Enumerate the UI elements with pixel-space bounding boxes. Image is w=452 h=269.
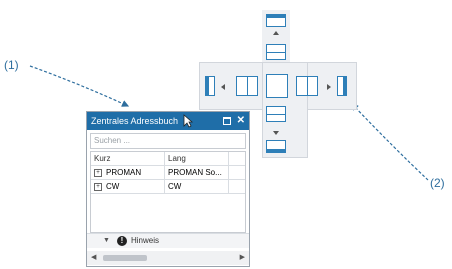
callout-label-2: (2) (430, 176, 445, 190)
panel-title-bar[interactable]: Zentrales Adressbuch ✕ (87, 112, 249, 130)
dock-bottom-icon[interactable] (266, 106, 286, 122)
table-empty-area (90, 194, 246, 233)
cell-lang: PROMAN So... (165, 166, 229, 179)
chevron-down-icon[interactable]: ▼ (103, 234, 110, 248)
table-header: Kurz Lang (91, 152, 245, 166)
column-header-lang[interactable]: Lang (165, 152, 229, 165)
callout-arrow-2 (351, 103, 429, 181)
arrow-left-icon (221, 84, 225, 90)
hint-footer[interactable]: ▼ ! Hinweis (87, 233, 249, 248)
dock-right-icon[interactable] (296, 76, 318, 96)
pin-icon[interactable] (222, 117, 231, 125)
panel-title: Zentrales Adressbuch (91, 116, 179, 126)
search-input[interactable]: Suchen ... (90, 133, 246, 149)
column-header-kurz[interactable]: Kurz (91, 152, 165, 165)
horizontal-scrollbar[interactable]: ◀ ▶ (87, 251, 249, 265)
callout-arrow-1 (29, 65, 130, 107)
dock-right-edge-icon[interactable] (337, 76, 347, 96)
expand-icon[interactable]: + (94, 168, 102, 177)
table-row[interactable]: + CW CW (91, 180, 245, 194)
hint-label: Hinweis (131, 236, 160, 245)
address-book-panel: Zentrales Adressbuch ✕ Suchen ... Kurz L… (86, 111, 250, 267)
dock-center-icon[interactable] (266, 74, 288, 98)
dock-left-icon[interactable] (236, 76, 258, 96)
info-icon: ! (117, 236, 127, 246)
dock-top-icon[interactable] (266, 44, 286, 60)
scroll-right-icon[interactable]: ▶ (240, 251, 245, 265)
cell-lang: CW (165, 180, 229, 193)
expand-icon[interactable]: + (94, 182, 102, 191)
arrow-up-icon (273, 31, 279, 35)
arrow-right-icon (327, 84, 331, 90)
cell-kurz: PROMAN (106, 168, 142, 177)
mouse-cursor-icon (183, 114, 193, 128)
scroll-left-icon[interactable]: ◀ (91, 251, 96, 265)
cell-kurz: CW (106, 182, 120, 191)
arrow-down-icon (273, 131, 279, 135)
dock-bottom-edge-icon[interactable] (266, 140, 286, 153)
callout-label-1: (1) (4, 58, 19, 72)
address-table: Kurz Lang + PROMAN PROMAN So... + CW CW (90, 151, 246, 194)
close-icon[interactable]: ✕ (237, 112, 245, 130)
dock-left-edge-icon[interactable] (205, 76, 215, 96)
dock-top-edge-icon[interactable] (266, 14, 286, 27)
table-row[interactable]: + PROMAN PROMAN So... (91, 166, 245, 180)
scroll-thumb[interactable] (103, 255, 147, 261)
